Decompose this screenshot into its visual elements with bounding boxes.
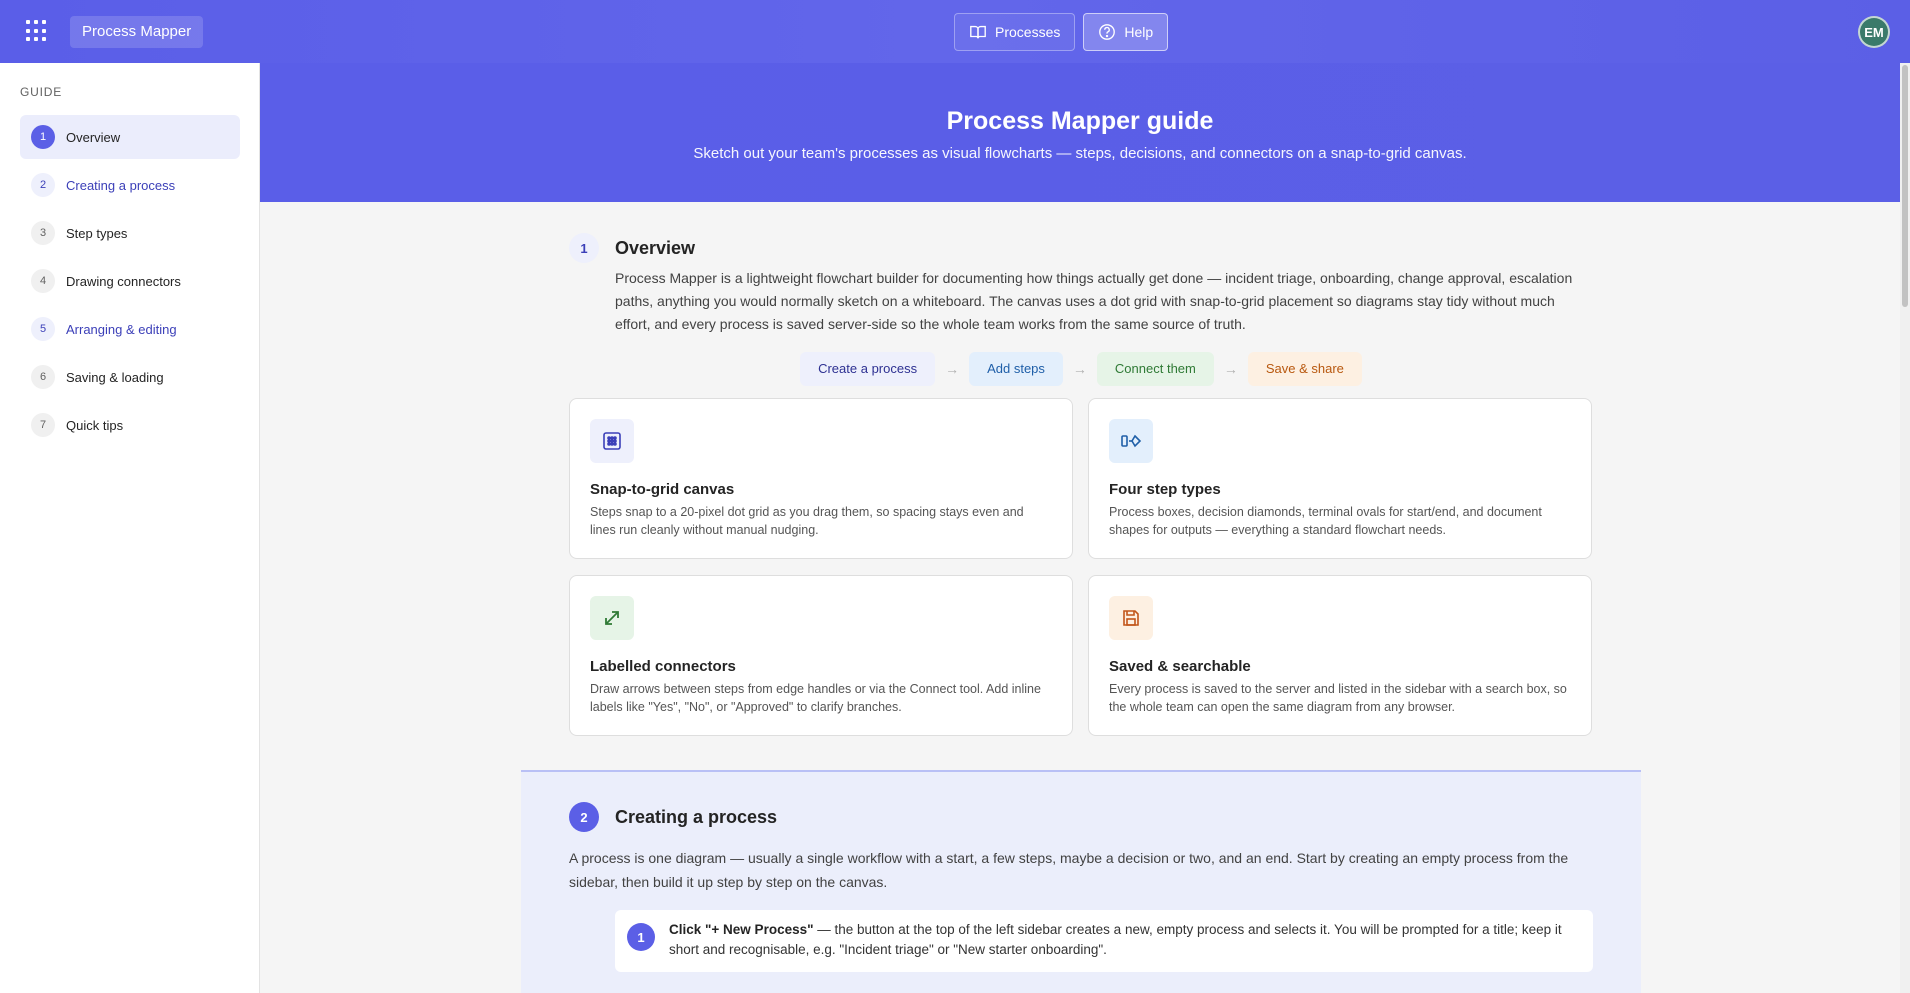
sidebar-item-label: Step types [66,225,128,241]
diagonal-arrow-icon-wrap [590,596,634,640]
save-icon-wrap [1109,596,1153,640]
diagonal-arrow-icon [605,611,619,625]
step-card: 1 Click "+ New Process" — the button at … [615,910,1593,972]
sidebar-item-drawing-connectors[interactable]: 4 Drawing connectors [20,259,240,303]
main-content[interactable]: Process Mapper guide Sketch out your tea… [260,63,1900,993]
creating-process-body: A process is one diagram — usually a sin… [569,850,1569,890]
help-label: Help [1124,24,1154,40]
feature-card-connectors: Labelled connectors Draw arrows between … [569,575,1073,736]
processes-button[interactable]: Processes [954,13,1076,51]
step-number: 1 [627,923,655,951]
workflow-chips: Create a process → Add steps → Connect t… [569,352,1593,386]
sidebar-item-number: 5 [31,317,55,341]
chip-add-steps[interactable]: Add steps [969,352,1063,386]
overview-section: 1 Overview Process Mapper is a lightweig… [569,233,1593,736]
step-shapes-icon-wrap [1109,419,1153,463]
sidebar-item-quick-tips[interactable]: 7 Quick tips [20,403,240,447]
section-number: 2 [569,802,599,832]
help-button[interactable]: Help [1083,13,1169,51]
sidebar-item-number: 4 [31,269,55,293]
card-description: Process boxes, decision diamonds, termin… [1109,505,1542,537]
chip-create-process[interactable]: Create a process [800,352,936,386]
sidebar-heading: GUIDE [20,85,63,99]
page-title: Process Mapper guide [946,107,1214,135]
sidebar-item-saving-loading[interactable]: 6 Saving & loading [20,355,240,399]
card-title: Labelled connectors [590,658,736,675]
sidebar-item-creating-a-process[interactable]: 2 Creating a process [20,163,240,207]
sidebar-item-number: 3 [31,221,55,245]
creating-process-inner: 2 Creating a process A process is one di… [569,802,1593,972]
save-icon [1123,610,1139,626]
card-title: Snap-to-grid canvas [590,481,735,498]
sidebar-item-number: 7 [31,413,55,437]
main-scrollbar[interactable] [1900,63,1910,993]
step-shapes-icon [1121,434,1142,448]
top-bar: Process Mapper Processes Help EM [0,0,1910,63]
page-subtitle: Sketch out your team's processes as visu… [693,145,1467,162]
sidebar-item-label: Drawing connectors [66,273,181,289]
sidebar-item-label: Quick tips [66,417,124,433]
step-text: Click "+ New Process" — the button at th… [669,920,1581,960]
feature-cards: Snap-to-grid canvas Steps snap to a 20-p… [569,398,1593,736]
user-avatar[interactable]: EM [1858,16,1890,48]
grid-icon-wrap [590,419,634,463]
top-nav: Processes Help [954,13,1169,51]
sidebar-list: 1 Overview 2 Creating a process 3 Step t… [20,115,240,451]
help-circle-icon [1099,24,1116,40]
overview-body: Process Mapper is a lightweight flowchar… [615,270,1573,332]
sidebar-item-number: 2 [31,173,55,197]
overview-header: 1 Overview [569,233,1593,263]
sidebar-item-number: 6 [31,365,55,389]
sidebar-item-overview[interactable]: 1 Overview [20,115,240,159]
section-title: Creating a process [615,806,778,827]
sidebar-item-label: Overview [66,129,121,145]
feature-card-grid: Snap-to-grid canvas Steps snap to a 20-p… [569,398,1073,559]
guide-hero: Process Mapper guide Sketch out your tea… [260,63,1900,202]
sidebar-item-arranging-editing[interactable]: 5 Arranging & editing [20,307,240,351]
creating-process-section: 2 Creating a process A process is one di… [521,770,1641,993]
sidebar-item-label: Arranging & editing [66,321,177,337]
scrollbar-thumb[interactable] [1902,65,1908,307]
feature-card-step-types: Four step types Process boxes, decision … [1088,398,1592,559]
chip-connect-them[interactable]: Connect them [1096,352,1214,386]
card-title: Four step types [1109,481,1221,498]
app-title[interactable]: Process Mapper [70,16,204,48]
sidebar-item-number: 1 [31,125,55,149]
processes-label: Processes [995,24,1061,40]
card-description: Draw arrows between steps from edge hand… [590,682,1041,714]
arrow-right-icon: → [1072,361,1087,377]
grid-icon [603,432,621,450]
arrow-right-icon: → [945,361,960,377]
arrow-right-icon: → [1223,361,1238,377]
creating-process-header: 2 Creating a process [569,802,1593,832]
guide-sidebar: GUIDE 1 Overview 2 Creating a process 3 … [0,63,260,993]
app-launcher-icon[interactable] [26,20,48,42]
sidebar-item-step-types[interactable]: 3 Step types [20,211,240,255]
chip-save-share[interactable]: Save & share [1247,352,1362,386]
sidebar-item-label: Creating a process [66,177,176,193]
section-title: Overview [615,237,696,258]
section-number: 1 [569,233,599,263]
feature-card-saved: Saved & searchable Every process is save… [1088,575,1592,736]
step-text-bold: Click "+ New Process" [669,922,814,937]
card-description: Steps snap to a 20-pixel dot grid as you… [590,505,1024,537]
card-description: Every process is saved to the server and… [1109,682,1567,714]
sidebar-item-label: Saving & loading [66,369,164,385]
card-title: Saved & searchable [1109,658,1251,675]
book-icon [970,25,986,39]
